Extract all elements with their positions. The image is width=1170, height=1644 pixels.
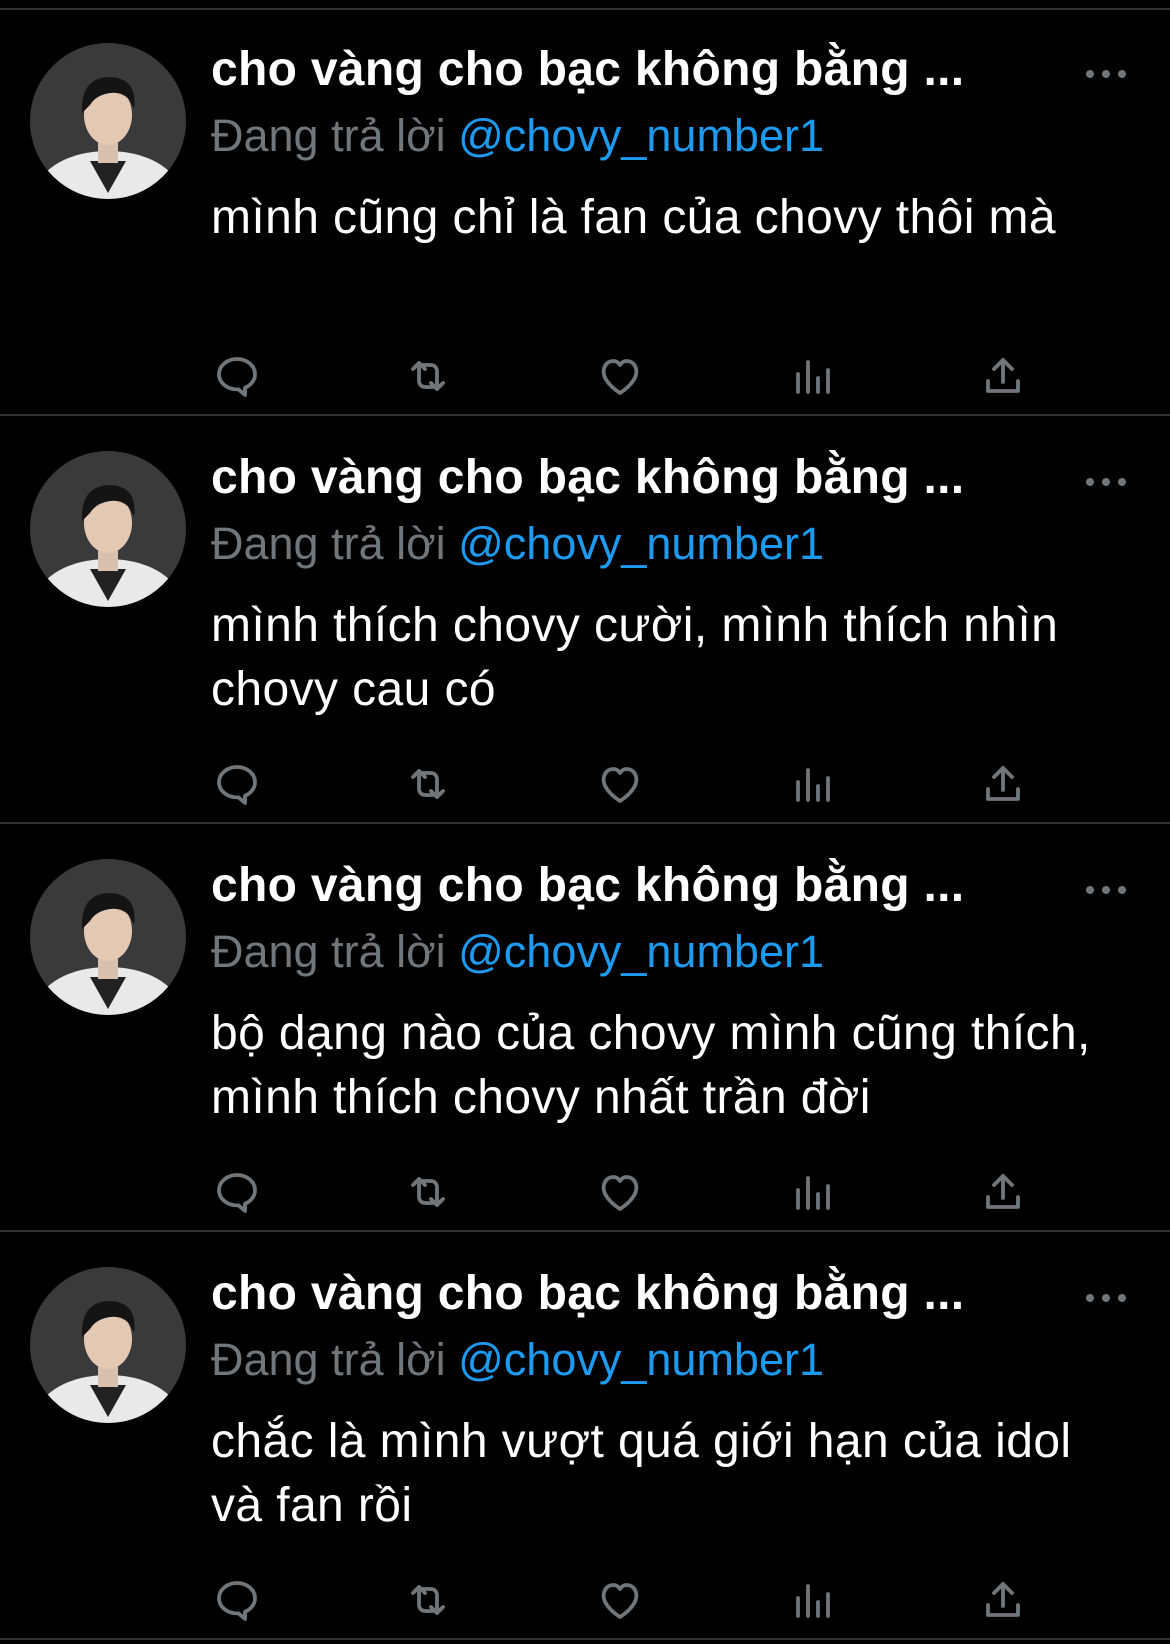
avatar-image <box>30 43 186 199</box>
avatar[interactable] <box>30 859 186 1015</box>
display-name[interactable]: cho vàng cho bạc không bằng ... <box>211 446 1061 510</box>
tweet[interactable]: cho vàng cho bạc không bằng ... Đang trả… <box>0 826 1170 1232</box>
avatar-image <box>30 859 186 1015</box>
views-icon[interactable] <box>784 756 840 812</box>
replying-to-handle[interactable]: @chovy_number1 <box>458 926 824 977</box>
share-icon[interactable] <box>975 1164 1031 1220</box>
retweet-icon[interactable] <box>400 1164 456 1220</box>
like-icon[interactable] <box>592 1572 648 1628</box>
tweet-actions <box>0 1164 1170 1220</box>
reply-icon[interactable] <box>209 756 265 812</box>
tweet[interactable]: cho vàng cho bạc không bằng ... Đang trả… <box>0 10 1170 416</box>
replying-to-label: Đang trả lời <box>211 926 446 977</box>
display-name[interactable]: cho vàng cho bạc không bằng ... <box>211 38 1061 102</box>
views-icon[interactable] <box>784 348 840 404</box>
retweet-icon[interactable] <box>400 756 456 812</box>
tweet-text: bộ dạng nào của chovy mình cũng thích, m… <box>211 1007 1091 1124</box>
retweet-icon[interactable] <box>400 348 456 404</box>
avatar-image <box>30 1267 186 1423</box>
replying-to: Đang trả lời @chovy_number1 <box>211 920 824 984</box>
reply-icon[interactable] <box>209 348 265 404</box>
replying-to: Đang trả lời @chovy_number1 <box>211 104 824 168</box>
reply-thread: cho vàng cho bạc không bằng ... Đang trả… <box>0 0 1170 1644</box>
more-options-icon[interactable] <box>1086 62 1126 86</box>
replying-to-label: Đang trả lời <box>211 1334 446 1385</box>
replying-to: Đang trả lời @chovy_number1 <box>211 512 824 576</box>
views-icon[interactable] <box>784 1572 840 1628</box>
views-icon[interactable] <box>784 1164 840 1220</box>
share-icon[interactable] <box>975 1572 1031 1628</box>
share-icon[interactable] <box>975 348 1031 404</box>
more-options-icon[interactable] <box>1086 470 1126 494</box>
tweet-actions <box>0 1572 1170 1628</box>
tweet-actions <box>0 756 1170 812</box>
more-options-icon[interactable] <box>1086 1286 1126 1310</box>
avatar[interactable] <box>30 43 186 199</box>
retweet-icon[interactable] <box>400 1572 456 1628</box>
tweet[interactable]: cho vàng cho bạc không bằng ... Đang trả… <box>0 1234 1170 1640</box>
tweet-text: mình thích chovy cười, mình thích nhìn c… <box>211 599 1059 716</box>
tweet[interactable]: cho vàng cho bạc không bằng ... Đang trả… <box>0 418 1170 824</box>
replying-to-handle[interactable]: @chovy_number1 <box>458 1334 824 1385</box>
avatar[interactable] <box>30 1267 186 1423</box>
display-name[interactable]: cho vàng cho bạc không bằng ... <box>211 1262 1061 1326</box>
avatar-image <box>30 451 186 607</box>
like-icon[interactable] <box>592 1164 648 1220</box>
reply-icon[interactable] <box>209 1572 265 1628</box>
like-icon[interactable] <box>592 348 648 404</box>
tweet-text: chắc là mình vượt quá giới hạn của idol … <box>211 1415 1072 1532</box>
avatar[interactable] <box>30 451 186 607</box>
reply-icon[interactable] <box>209 1164 265 1220</box>
replying-to-handle[interactable]: @chovy_number1 <box>458 110 824 161</box>
more-options-icon[interactable] <box>1086 878 1126 902</box>
replying-to: Đang trả lời @chovy_number1 <box>211 1328 824 1392</box>
display-name[interactable]: cho vàng cho bạc không bằng ... <box>211 854 1061 918</box>
tweet-actions <box>0 348 1170 404</box>
replying-to-handle[interactable]: @chovy_number1 <box>458 518 824 569</box>
replying-to-label: Đang trả lời <box>211 518 446 569</box>
like-icon[interactable] <box>592 756 648 812</box>
share-icon[interactable] <box>975 756 1031 812</box>
tweet-text: mình cũng chỉ là fan của chovy thôi mà <box>211 191 1056 244</box>
replying-to-label: Đang trả lời <box>211 110 446 161</box>
